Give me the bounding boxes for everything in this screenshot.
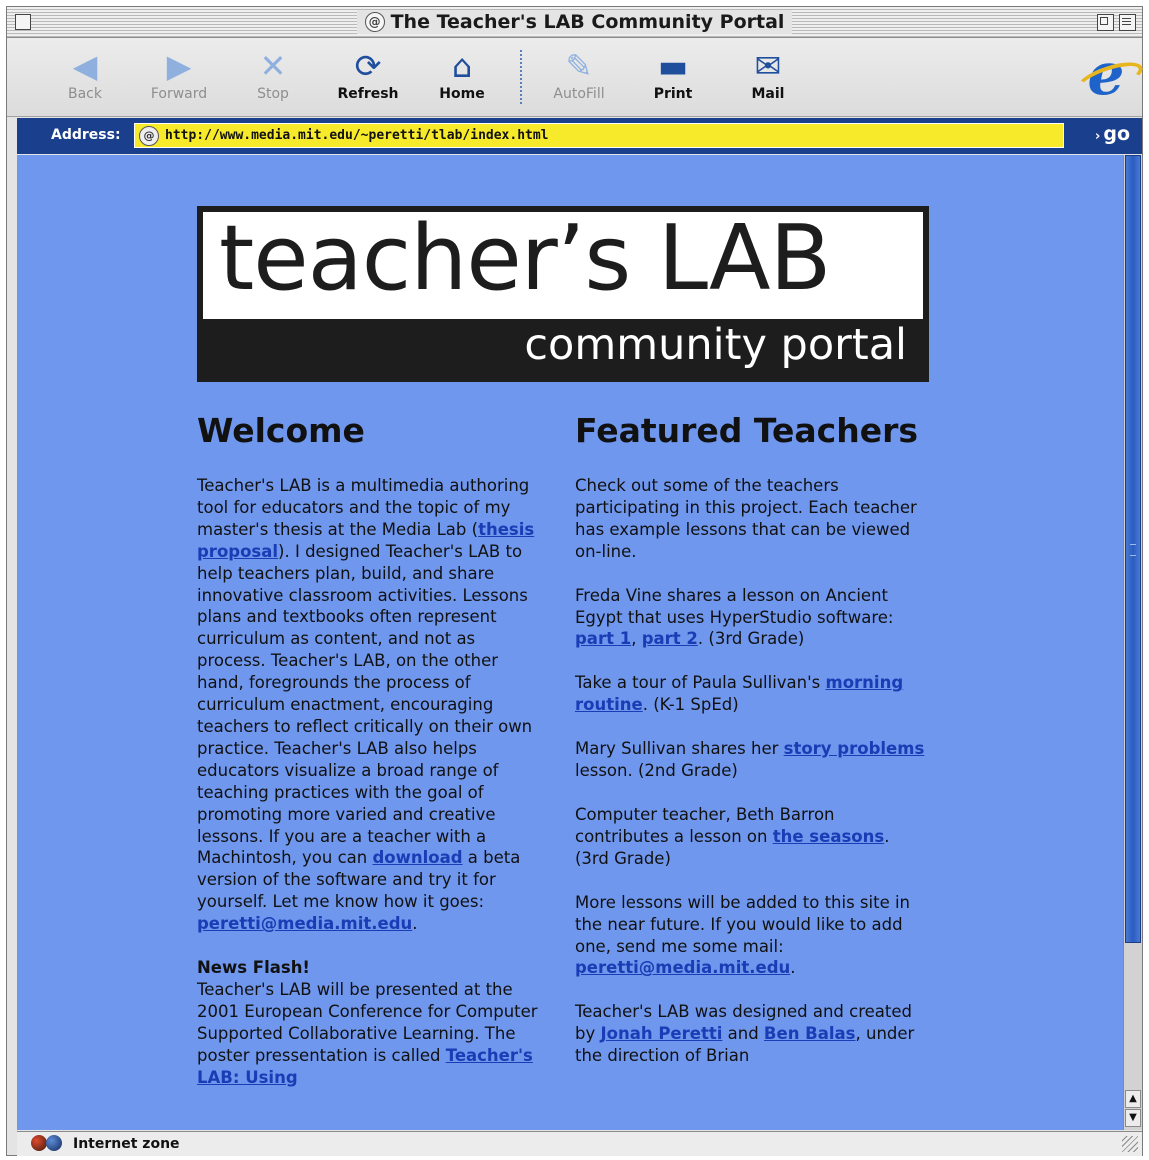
page-content[interactable]: teacher’s LAB community portal Welcome T…: [17, 155, 1123, 1130]
status-bar: Internet zone: [17, 1131, 1142, 1156]
mary-text-2: lesson. (2nd Grade): [575, 761, 738, 781]
resize-grip-icon[interactable]: [1122, 1136, 1138, 1152]
part2-link[interactable]: part 2: [642, 629, 698, 648]
welcome-text-2: ). I designed Teacher's LAB to help teac…: [197, 541, 533, 868]
home-button-label: Home: [439, 86, 485, 102]
forward-button[interactable]: ▶ Forward: [141, 46, 217, 102]
stop-x-icon: ✕: [259, 47, 287, 85]
more-text-2: .: [790, 958, 796, 978]
jonah-peretti-link[interactable]: Jonah Peretti: [600, 1024, 722, 1043]
autofill-button-label: AutoFill: [553, 86, 605, 102]
banner-title: teacher’s LAB: [219, 206, 831, 311]
zone-globe-icon-2: [46, 1135, 62, 1151]
mail-icon: ✉: [754, 47, 782, 85]
banner-subtitle: community portal: [524, 320, 907, 370]
title-wrap: @ The Teacher's LAB Community Portal: [7, 10, 1142, 34]
credit-text-2: and: [722, 1024, 764, 1044]
autofill-pen-icon: ✎: [565, 47, 593, 85]
toolbar-separator: [520, 50, 522, 104]
internet-explorer-logo-icon[interactable]: e: [1078, 45, 1134, 104]
url-proxy-icon[interactable]: @: [139, 125, 159, 146]
freda-text-1: Freda Vine shares a lesson on Ancient Eg…: [575, 585, 894, 627]
home-button[interactable]: ⌂ Home: [424, 46, 500, 102]
story-problems-link[interactable]: story problems: [784, 739, 925, 758]
mail-button[interactable]: ✉ Mail: [730, 46, 806, 102]
window-title: The Teacher's LAB Community Portal: [390, 11, 785, 33]
go-button-label: go: [1103, 123, 1130, 145]
mary-text-1: Mary Sullivan shares her: [575, 739, 784, 759]
featured-intro: Check out some of the teachers participa…: [575, 476, 917, 561]
home-icon: ⌂: [451, 47, 473, 85]
freda-text-2: . (3rd Grade): [697, 629, 805, 649]
more-lessons-item: More lessons will be added to this site …: [575, 892, 925, 980]
mary-item: Mary Sullivan shares her story problems …: [575, 738, 925, 782]
featured-heading: Featured Teachers: [575, 411, 919, 450]
address-label: Address:: [51, 127, 121, 143]
address-field[interactable]: @: [134, 123, 1064, 148]
vertical-scrollbar[interactable]: ▲ ▼: [1123, 155, 1142, 1130]
featured-column: Featured Teachers Check out some of the …: [575, 410, 925, 1089]
forward-arrow-icon: ▶: [166, 47, 192, 85]
back-button[interactable]: ◀ Back: [47, 46, 123, 102]
welcome-text-4: .: [412, 914, 418, 934]
email-link[interactable]: peretti@media.mit.edu: [197, 914, 412, 933]
print-button[interactable]: ▬ Print: [635, 46, 711, 102]
scroll-up-arrow-icon[interactable]: ▲: [1125, 1090, 1141, 1108]
credits-item: Teacher's LAB was designed and created b…: [575, 1001, 925, 1067]
welcome-heading: Welcome: [197, 411, 365, 450]
part1-link[interactable]: part 1: [575, 629, 631, 648]
back-button-label: Back: [68, 86, 102, 102]
welcome-column: Welcome Teacher's LAB is a multimedia au…: [197, 410, 549, 1110]
autofill-button[interactable]: ✎ AutoFill: [541, 46, 617, 102]
news-paragraph: News Flash! Teacher's LAB will be present…: [197, 957, 549, 1088]
paula-item: Take a tour of Paula Sullivan's morning …: [575, 672, 925, 716]
back-arrow-icon: ◀: [72, 47, 98, 85]
banner-top: teacher’s LAB: [203, 206, 923, 319]
forward-button-label: Forward: [150, 86, 208, 102]
mail-button-label: Mail: [751, 86, 785, 102]
stop-button-label: Stop: [257, 86, 289, 102]
news-flash-heading: News Flash!: [197, 958, 310, 978]
internet-zone-icon: [31, 1135, 65, 1152]
title-bar[interactable]: @ The Teacher's LAB Community Portal: [7, 7, 1142, 38]
freda-item: Freda Vine shares a lesson on Ancient Eg…: [575, 585, 925, 651]
beth-item: Computer teacher, Beth Barron contribute…: [575, 804, 925, 870]
toolbar: ◀ Back ▶ Forward ✕ Stop ⟳ Refresh ⌂ Home…: [7, 38, 1142, 117]
refresh-icon: ⟳: [354, 47, 382, 85]
contact-email-link[interactable]: peretti@media.mit.edu: [575, 958, 790, 977]
refresh-button[interactable]: ⟳ Refresh: [330, 46, 406, 102]
refresh-button-label: Refresh: [337, 86, 399, 102]
paula-text-2: . (K-1 SpEd): [642, 695, 739, 715]
browser-window: @ The Teacher's LAB Community Portal ◀ B…: [6, 6, 1143, 1156]
scrollbar-thumb[interactable]: [1125, 155, 1141, 943]
zone-globe-icon-1: [31, 1135, 47, 1151]
go-arrow-icon: ›: [1094, 129, 1101, 144]
welcome-paragraph: Teacher's LAB is a multimedia authoring …: [197, 475, 549, 935]
site-banner: teacher’s LAB community portal: [197, 206, 929, 382]
printer-icon: ▬: [657, 47, 689, 85]
ben-balas-link[interactable]: Ben Balas: [764, 1024, 856, 1043]
the-seasons-link[interactable]: the seasons: [773, 827, 884, 846]
freda-sep: ,: [631, 629, 642, 649]
download-link[interactable]: download: [372, 848, 462, 867]
address-bar: Address: @ ›go: [17, 118, 1142, 154]
go-button[interactable]: › go: [1095, 123, 1130, 145]
page-proxy-icon[interactable]: @: [364, 12, 385, 32]
zoom-box-button[interactable]: [1097, 14, 1114, 31]
stop-button[interactable]: ✕ Stop: [235, 46, 311, 102]
collapse-box-button[interactable]: [1119, 14, 1136, 31]
security-zone-label: Internet zone: [73, 1136, 180, 1152]
print-button-label: Print: [653, 86, 693, 102]
scroll-down-arrow-icon[interactable]: ▼: [1125, 1109, 1141, 1127]
url-input[interactable]: [165, 128, 1045, 143]
more-text-1: More lessons will be added to this site …: [575, 892, 911, 956]
paula-text-1: Take a tour of Paula Sullivan's: [575, 673, 826, 693]
window-title-container: @ The Teacher's LAB Community Portal: [356, 10, 793, 34]
